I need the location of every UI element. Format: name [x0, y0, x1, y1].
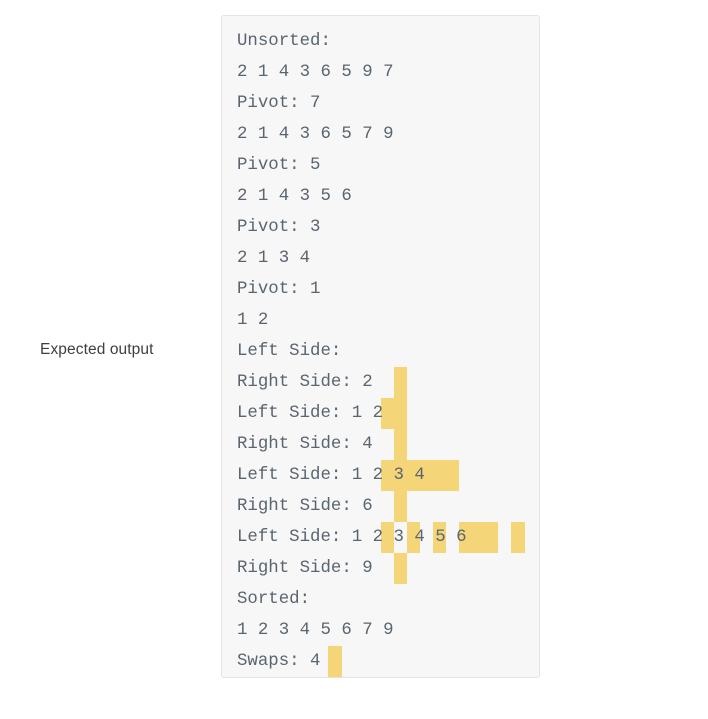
output-line-text: Right Side: 6	[237, 497, 373, 516]
highlight-span	[511, 522, 525, 553]
output-line-text: Right Side: 2	[237, 373, 373, 392]
output-line: Right Side: 9	[237, 553, 407, 584]
output-line-text: 2 1 4 3 5 6	[237, 187, 352, 206]
output-line: Pivot: 1	[237, 274, 321, 305]
output-line: Left Side: 1 2 3 4	[237, 460, 460, 491]
output-line-text: 2 1 3 4	[237, 249, 311, 268]
output-line-text: Pivot: 5	[237, 156, 321, 175]
output-line-text: 1 2	[237, 311, 269, 330]
output-line: Left Side: 1 2 3 4 5 6	[237, 522, 525, 553]
output-line: 1 2 3 4 5 6 7 9	[237, 615, 394, 646]
highlight-span	[393, 553, 407, 584]
output-line-text: Left Side: 1 2 3 4 5 6	[237, 528, 467, 547]
output-line-text: Right Side: 9	[237, 559, 373, 578]
output-line: Pivot: 5	[237, 150, 321, 181]
output-line: Right Side: 2	[237, 367, 407, 398]
output-line: 2 1 4 3 6 5 7 9	[237, 119, 394, 150]
output-line: 2 1 3 4	[237, 243, 310, 274]
output-line: 2 1 4 3 6 5 9 7	[237, 57, 394, 88]
output-line-text: Left Side: 1 2 3 4	[237, 466, 425, 485]
output-line: Left Side:	[237, 336, 341, 367]
output-line-text: 1 2 3 4 5 6 7 9	[237, 621, 394, 640]
highlight-span	[393, 429, 407, 460]
output-line: Pivot: 3	[237, 212, 321, 243]
output-line: Swaps: 4	[237, 646, 342, 677]
highlight-span	[393, 491, 407, 522]
output-line-text: Pivot: 1	[237, 280, 321, 299]
highlight-span	[328, 646, 342, 677]
expected-output-label: Expected output	[40, 341, 154, 358]
output-line-text: Left Side:	[237, 342, 342, 361]
output-line: Right Side: 4	[237, 429, 407, 460]
expected-output-panel: Unsorted: 2 1 4 3 6 5 9 7 Pivot: 7 2 1 4 3 …	[221, 15, 540, 678]
output-line-text: 2 1 4 3 6 5 7 9	[237, 125, 394, 144]
output-line-text: Right Side: 4	[237, 435, 373, 454]
output-line-text: Left Side: 1 2	[237, 404, 384, 423]
output-line: Sorted:	[237, 584, 310, 615]
output-line-text: 2 1 4 3 6 5 9 7	[237, 63, 394, 82]
output-line: 1 2	[237, 305, 268, 336]
output-line-text: Sorted:	[237, 590, 311, 609]
output-line: Unsorted:	[237, 26, 331, 57]
output-line: Left Side: 1 2	[237, 398, 407, 429]
output-line: Right Side: 6	[237, 491, 407, 522]
output-line-text: Pivot: 3	[237, 218, 321, 237]
output-line: 2 1 4 3 5 6	[237, 181, 352, 212]
output-line-text: Pivot: 7	[237, 94, 321, 113]
output-line-text: Swaps: 4	[237, 652, 321, 671]
output-line: Pivot: 7	[237, 88, 321, 119]
highlight-span	[380, 398, 407, 429]
highlight-span	[393, 367, 407, 398]
output-line-text: Unsorted:	[237, 32, 331, 51]
